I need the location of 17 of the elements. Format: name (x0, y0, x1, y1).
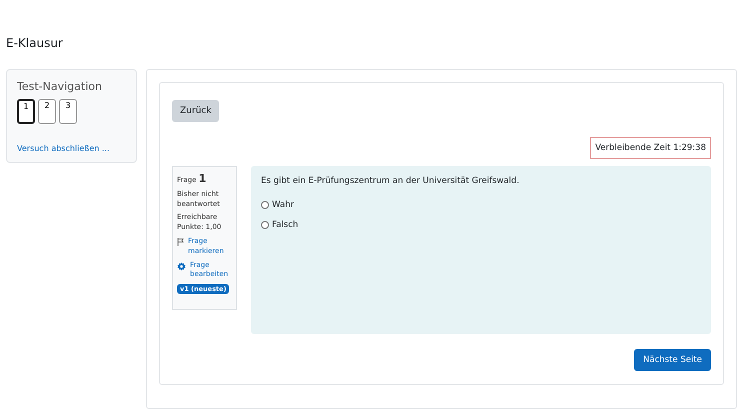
page-title: E-Klausur (6, 36, 64, 52)
navigation-title: Test-Navigation (17, 80, 103, 93)
question-number: 1 (198, 172, 206, 185)
option-label: Wahr (272, 200, 294, 210)
question-nav-button[interactable]: 3 (59, 99, 77, 124)
finish-attempt-link[interactable]: Versuch abschließen ... (17, 144, 110, 153)
option-label: Falsch (272, 220, 298, 230)
radio-button[interactable] (261, 201, 269, 209)
question-nav-button[interactable]: 1 (17, 99, 35, 124)
settings-icon (177, 262, 186, 271)
question-text: Es gibt ein E-Prüfungszentrum an der Universität Greifswald. (261, 176, 520, 186)
question-nav-button[interactable]: 2 (38, 99, 56, 124)
next-page-button[interactable]: Nächste Seite (634, 349, 711, 371)
timer: Verbleibende Zeit 1:29:38 (590, 137, 711, 159)
flag-icon (177, 238, 184, 246)
back-button[interactable]: Zurück (172, 100, 220, 122)
radio-button[interactable] (261, 221, 269, 229)
